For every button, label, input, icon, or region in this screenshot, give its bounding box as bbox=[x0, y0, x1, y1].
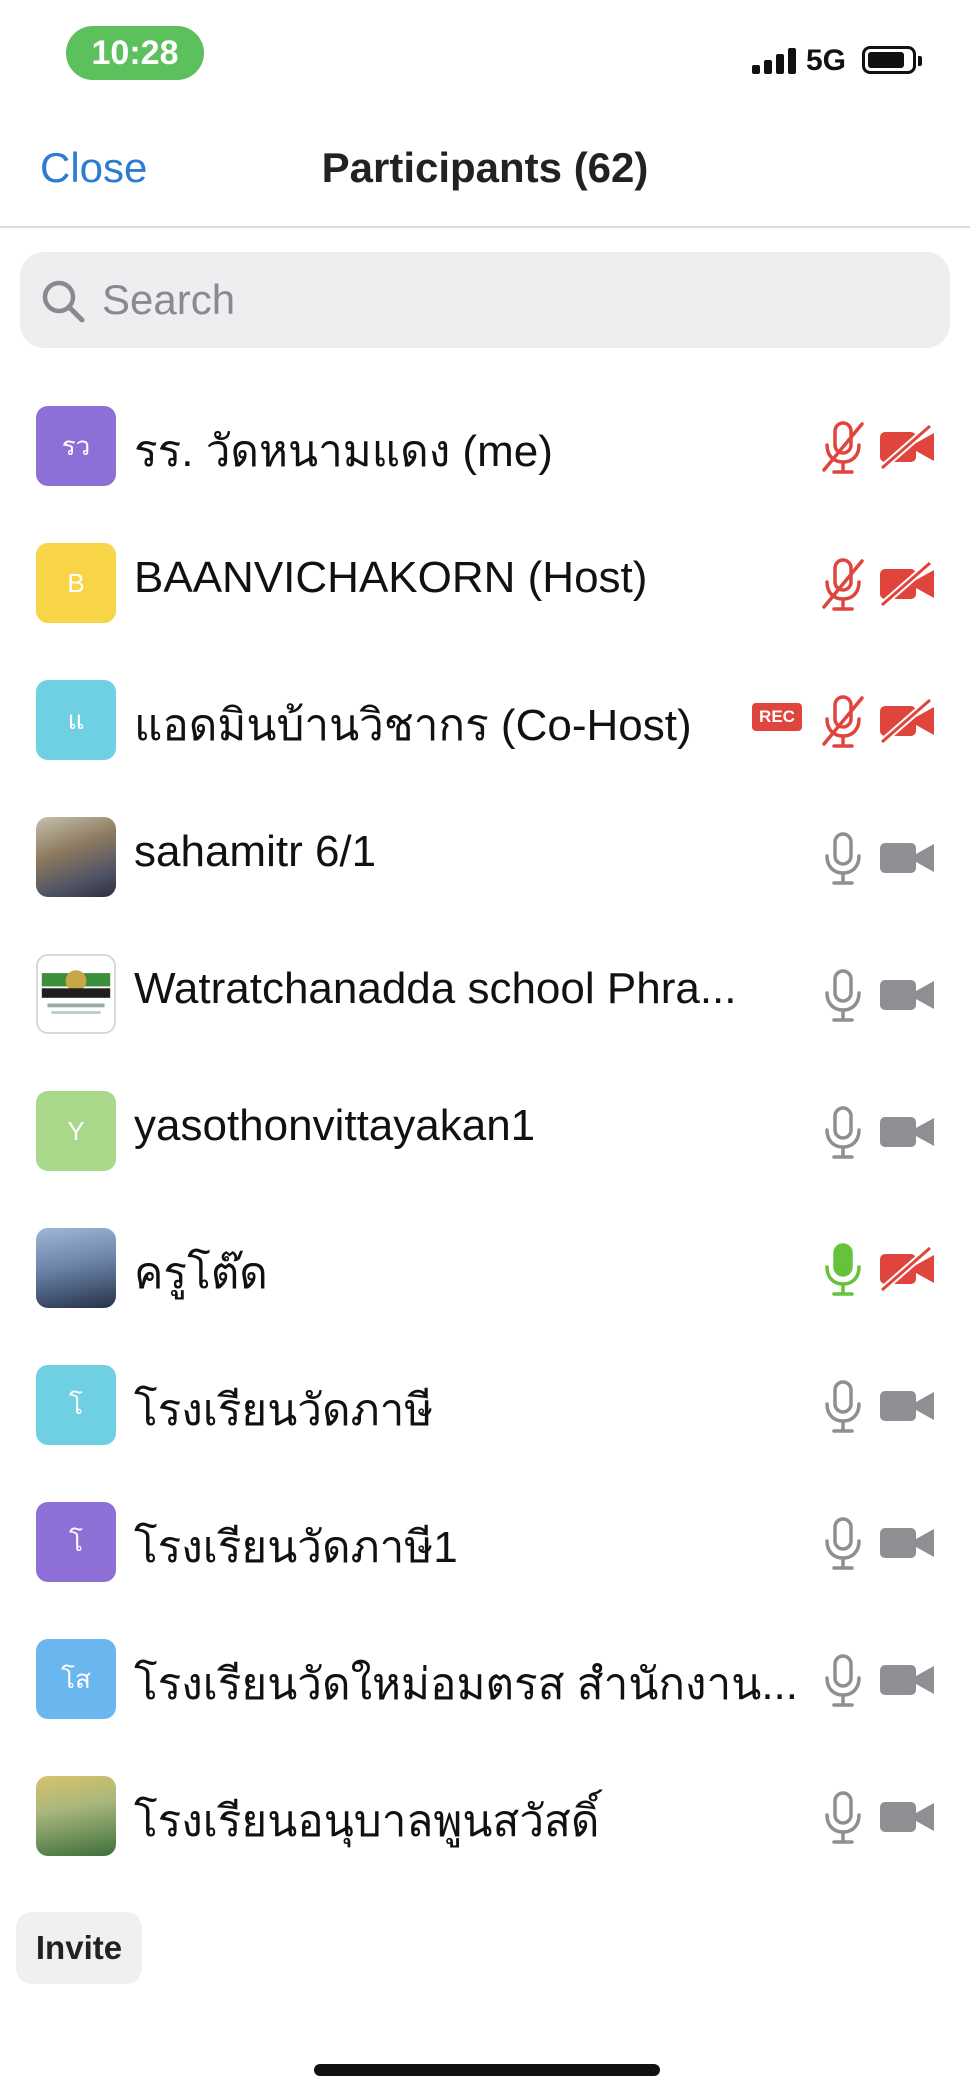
avatar: รว bbox=[36, 406, 116, 486]
participant-name: Watratchanadda school Phra... bbox=[134, 964, 737, 1013]
avatar: โ bbox=[36, 1502, 116, 1582]
invite-button[interactable]: Invite bbox=[16, 1912, 142, 1984]
video-icon[interactable] bbox=[878, 1383, 936, 1429]
participant-row[interactable]: รว รร. วัดหนามแดง (me) bbox=[0, 378, 970, 515]
network-type: 5G bbox=[806, 44, 847, 77]
participant-row[interactable]: sahamitr 6/1 bbox=[0, 789, 970, 926]
video-icon[interactable] bbox=[878, 1794, 936, 1840]
search-input[interactable] bbox=[102, 272, 922, 328]
video-off-icon[interactable] bbox=[878, 423, 936, 471]
participant-name: ครูโต๊ด bbox=[134, 1249, 268, 1298]
participant-row[interactable]: ครูโต๊ด bbox=[0, 1200, 970, 1337]
page-title: Participants (62) bbox=[321, 144, 649, 191]
video-off-icon[interactable] bbox=[878, 560, 936, 608]
mic-icon[interactable] bbox=[818, 1790, 868, 1846]
participant-name: แอดมินบ้านวิชากร (Co-Host) bbox=[134, 701, 692, 750]
avatar bbox=[36, 1228, 116, 1308]
home-indicator[interactable] bbox=[314, 2064, 660, 2076]
participant-row[interactable]: โรงเรียนอนุบาลพูนสวัสดิ์ bbox=[0, 1748, 970, 1885]
mic-muted-icon[interactable] bbox=[818, 557, 868, 613]
participant-name: โรงเรียนวัดใหม่อมตรส สำนักงาน... bbox=[134, 1660, 798, 1709]
participant-row[interactable]: B BAANVICHAKORN (Host) bbox=[0, 515, 970, 652]
participant-name: โรงเรียนอนุบาลพูนสวัสดิ์ bbox=[134, 1797, 600, 1846]
signal-icon bbox=[752, 48, 798, 74]
participant-name: yasothonvittayakan1 bbox=[134, 1101, 536, 1150]
mic-icon[interactable] bbox=[818, 1242, 868, 1298]
participant-name: รร. วัดหนามแดง (me) bbox=[134, 427, 553, 476]
avatar: โส bbox=[36, 1639, 116, 1719]
avatar bbox=[36, 954, 116, 1034]
avatar: แ bbox=[36, 680, 116, 760]
participant-row[interactable]: โ โรงเรียนวัดภาษี bbox=[0, 1337, 970, 1474]
participant-name: BAANVICHAKORN (Host) bbox=[134, 553, 648, 602]
participant-name: โรงเรียนวัดภาษี1 bbox=[134, 1523, 458, 1572]
mic-muted-icon[interactable] bbox=[818, 694, 868, 750]
video-icon[interactable] bbox=[878, 835, 936, 881]
participant-name: sahamitr 6/1 bbox=[134, 827, 377, 876]
participant-row[interactable]: Watratchanadda school Phra... bbox=[0, 926, 970, 1063]
participant-row[interactable]: Yyasothonvittayakan1 bbox=[0, 1063, 970, 1200]
video-icon[interactable] bbox=[878, 1520, 936, 1566]
mic-icon[interactable] bbox=[818, 968, 868, 1024]
avatar: โ bbox=[36, 1365, 116, 1445]
participant-name: โรงเรียนวัดภาษี bbox=[134, 1386, 434, 1435]
search-bar[interactable] bbox=[20, 252, 950, 348]
participant-row[interactable]: แ แอดมินบ้านวิชากร (Co-Host) REC bbox=[0, 652, 970, 789]
avatar bbox=[36, 817, 116, 897]
participant-row[interactable]: โ โรงเรียนวัดภาษี1 bbox=[0, 1474, 970, 1611]
mic-icon[interactable] bbox=[818, 1379, 868, 1435]
participant-row[interactable]: โส โรงเรียนวัดใหม่อมตรส สำนักงาน... bbox=[0, 1611, 970, 1748]
nav-header: Close Participants (62) bbox=[0, 100, 970, 228]
mic-icon[interactable] bbox=[818, 1105, 868, 1161]
status-time: 10:28 bbox=[66, 26, 204, 80]
video-icon[interactable] bbox=[878, 1657, 936, 1703]
recording-badge: REC bbox=[752, 703, 802, 731]
video-icon[interactable] bbox=[878, 972, 936, 1018]
mic-icon[interactable] bbox=[818, 831, 868, 887]
avatar: Y bbox=[36, 1091, 116, 1171]
video-icon[interactable] bbox=[878, 1109, 936, 1155]
mic-muted-icon[interactable] bbox=[818, 420, 868, 476]
battery-icon bbox=[862, 46, 922, 74]
search-icon bbox=[42, 280, 85, 323]
video-off-icon[interactable] bbox=[878, 697, 936, 745]
mic-icon[interactable] bbox=[818, 1653, 868, 1709]
participant-list: รว รร. วัดหนามแดง (me) B BAANVICHAKORN (Hos… bbox=[0, 378, 970, 1885]
video-off-icon[interactable] bbox=[878, 1245, 936, 1293]
status-bar: 10:28 5G bbox=[0, 0, 970, 100]
mic-icon[interactable] bbox=[818, 1516, 868, 1572]
avatar: B bbox=[36, 543, 116, 623]
avatar bbox=[36, 1776, 116, 1856]
